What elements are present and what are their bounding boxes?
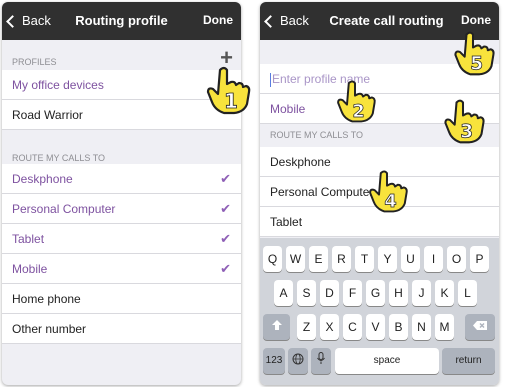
text-cursor [270, 72, 271, 87]
key-x[interactable]: X [320, 314, 339, 340]
key-d[interactable]: D [320, 280, 339, 306]
key-y[interactable]: Y [378, 246, 397, 272]
checkmark-icon: ✔ [220, 201, 231, 216]
backspace-key[interactable] [465, 314, 495, 340]
key-w[interactable]: W [286, 246, 305, 272]
nav-bar: Back Routing profile Done [2, 2, 241, 40]
key-v[interactable]: V [366, 314, 385, 340]
done-button[interactable]: Done [461, 13, 491, 27]
key-u[interactable]: U [401, 246, 420, 272]
route-item-other-number[interactable]: Other number [2, 314, 241, 344]
key-a[interactable]: A [274, 280, 293, 306]
microphone-icon [317, 352, 325, 364]
step-5-number: 5 [470, 54, 483, 75]
key-c[interactable]: C [343, 314, 362, 340]
checkmark-icon: ✔ [220, 171, 231, 186]
key-q[interactable]: Q [263, 246, 282, 272]
globe-icon [292, 353, 304, 365]
key-z[interactable]: Z [297, 314, 316, 340]
step-4-hand-icon: 4 [369, 170, 408, 213]
key-r[interactable]: R [332, 246, 351, 272]
routing-profile-screen: Back Routing profile Done PROFILES + My … [2, 2, 241, 385]
key-l[interactable]: L [458, 280, 477, 306]
key-g[interactable]: G [366, 280, 385, 306]
key-e[interactable]: E [309, 246, 328, 272]
key-t[interactable]: T [355, 246, 374, 272]
onscreen-keyboard: Q W E R T Y U I O P A S D F G H J K L Z [260, 238, 499, 385]
route-item-deskphone[interactable]: Deskphone ✔ [2, 164, 241, 194]
step-5-hand-icon: 5 [454, 31, 495, 76]
space-key[interactable]: space [335, 348, 439, 374]
key-i[interactable]: I [424, 246, 443, 272]
key-p[interactable]: P [470, 246, 489, 272]
key-j[interactable]: J [412, 280, 431, 306]
key-h[interactable]: H [389, 280, 408, 306]
route-item-personal-computer[interactable]: Personal Computer ✔ [2, 194, 241, 224]
step-2-number: 2 [352, 102, 364, 122]
checkmark-icon: ✔ [220, 261, 231, 276]
step-2-hand-icon: 2 [337, 80, 376, 123]
done-button[interactable]: Done [203, 13, 233, 27]
backspace-icon [473, 321, 487, 330]
key-m[interactable]: M [435, 314, 454, 340]
shift-key[interactable] [263, 314, 290, 340]
numbers-key[interactable]: 123 [263, 348, 285, 374]
step-4-number: 4 [384, 192, 396, 212]
step-3-number: 3 [460, 122, 473, 143]
key-f[interactable]: F [343, 280, 362, 306]
route-item-home-phone[interactable]: Home phone [2, 284, 241, 314]
globe-key[interactable] [288, 348, 308, 374]
key-s[interactable]: S [297, 280, 316, 306]
return-key[interactable]: return [442, 348, 495, 374]
key-o[interactable]: O [447, 246, 466, 272]
route-item-tablet[interactable]: Tablet ✔ [2, 224, 241, 254]
key-k[interactable]: K [435, 280, 454, 306]
checkmark-icon: ✔ [220, 231, 231, 246]
key-n[interactable]: N [412, 314, 431, 340]
shift-icon [271, 320, 282, 330]
step-3-hand-icon: 3 [444, 99, 485, 144]
step-1-hand-icon: 1 [206, 66, 251, 115]
step-1-number: 1 [224, 89, 238, 113]
key-b[interactable]: B [389, 314, 408, 340]
dictation-key[interactable] [311, 348, 331, 374]
route-item-mobile[interactable]: Mobile ✔ [2, 254, 241, 284]
